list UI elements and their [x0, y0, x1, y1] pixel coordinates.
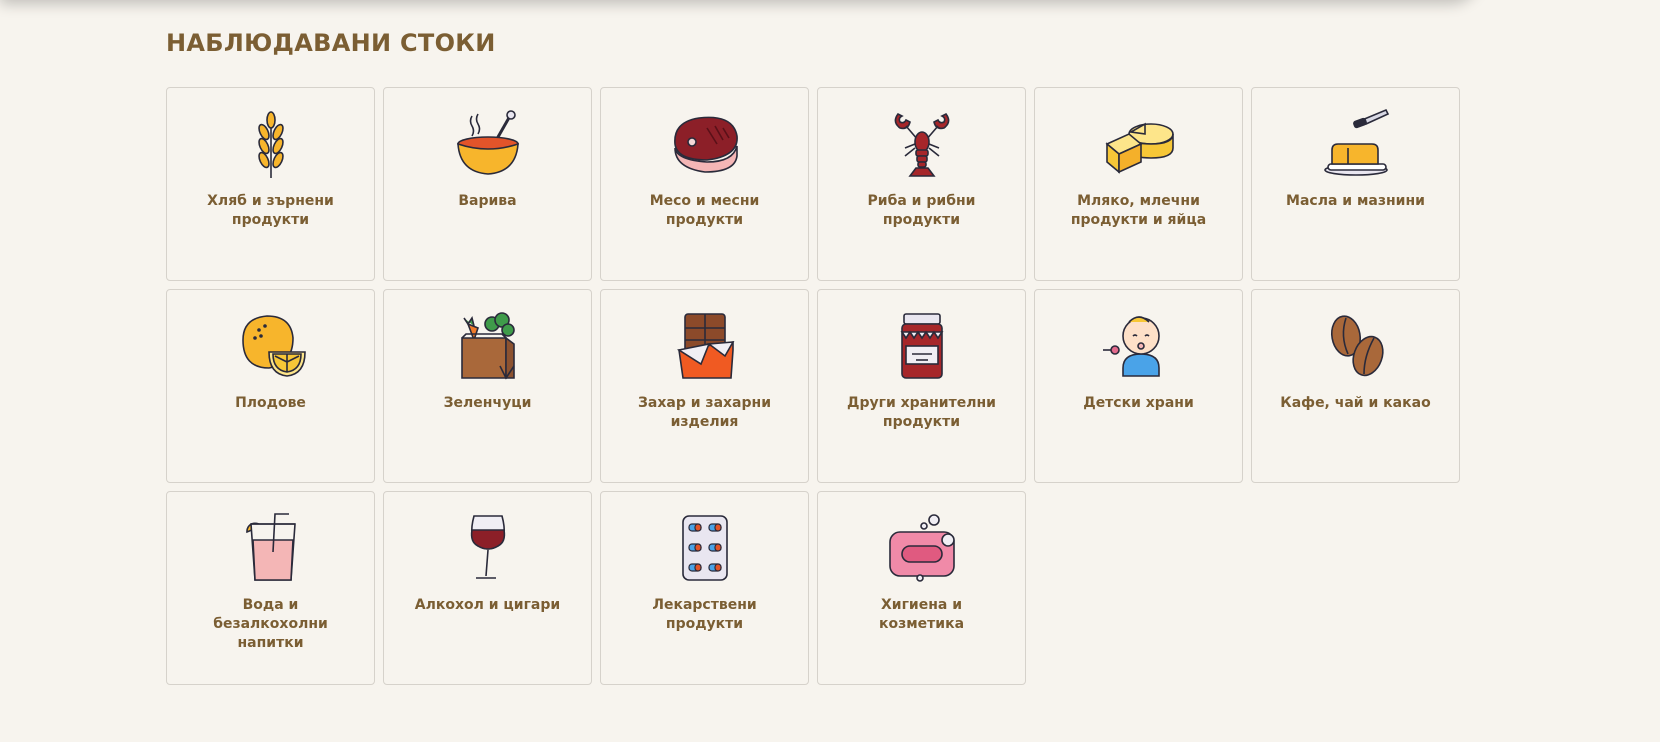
category-tile-oils[interactable]: Масла и мазнини	[1251, 87, 1460, 281]
category-label: Хляб и зърнени продукти	[207, 193, 334, 228]
drink-glass-icon	[245, 513, 296, 581]
category-label: Детски храни	[1083, 395, 1194, 411]
category-tile-medicine[interactable]: Лекарствени продукти	[600, 491, 809, 685]
category-tile-bread[interactable]: Хляб и зърнени продукти	[166, 87, 375, 281]
soap-icon	[888, 514, 955, 582]
category-label: Захар и захарни изделия	[637, 395, 771, 430]
page-title: НАБЛЮДАВАНИ СТОКИ	[166, 29, 496, 57]
wine-glass-icon	[470, 515, 505, 579]
category-tile-alcohol[interactable]: Алкохол и цигари	[383, 491, 592, 685]
category-label: Месо и месни продукти	[649, 193, 760, 228]
category-tile-vegetables[interactable]: Зеленчуци	[383, 289, 592, 483]
steak-icon	[673, 116, 738, 173]
category-tile-coffee[interactable]: Кафе, чай и какао	[1251, 289, 1460, 483]
lemon-icon	[241, 315, 306, 377]
category-label: Мляко, млечни продукти и яйца	[1070, 193, 1207, 228]
category-tile-water[interactable]: Вода и безалкохолни напитки	[166, 491, 375, 685]
category-tile-fish[interactable]: Риба и рибни продукти	[817, 87, 1026, 281]
category-label: Варива	[458, 193, 517, 209]
category-tile-legumes[interactable]: Варива	[383, 87, 592, 281]
category-grid: Хляб и зърнени продукти Варива Месо и ме	[166, 87, 1460, 685]
category-label: Лекарствени продукти	[652, 597, 757, 632]
category-tile-meat[interactable]: Месо и месни продукти	[600, 87, 809, 281]
category-label: Масла и мазнини	[1286, 193, 1425, 209]
category-label: Риба и рибни продукти	[867, 193, 976, 228]
category-tile-dairy[interactable]: Мляко, млечни продукти и яйца	[1034, 87, 1243, 281]
coffee-beans-icon	[1330, 315, 1384, 377]
category-tile-hygiene[interactable]: Хигиена и козметика	[817, 491, 1026, 685]
wheat-icon	[257, 111, 284, 178]
soup-bowl-icon	[456, 110, 519, 175]
category-label: Плодове	[235, 395, 306, 411]
butter-icon	[1323, 108, 1389, 176]
category-label: Кафе, чай и какао	[1280, 395, 1431, 411]
cheese-icon	[1105, 122, 1174, 174]
chocolate-bar-icon	[676, 313, 734, 379]
lobster-icon	[894, 112, 949, 177]
vegetable-bag-icon	[460, 312, 515, 380]
category-tile-sugar[interactable]: Захар и захарни изделия	[600, 289, 809, 483]
category-label: Зеленчуци	[443, 395, 532, 411]
jam-jar-icon	[900, 313, 943, 379]
category-label: Други хранителни продукти	[847, 395, 996, 430]
category-tile-other-foods[interactable]: Други хранителни продукти	[817, 289, 1026, 483]
category-label: Хигиена и козметика	[878, 597, 965, 632]
category-tile-baby-food[interactable]: Детски храни	[1034, 289, 1243, 483]
category-label: Вода и безалкохолни напитки	[213, 597, 328, 651]
pill-blister-icon	[681, 515, 728, 581]
category-label: Алкохол и цигари	[414, 597, 561, 613]
baby-icon	[1102, 316, 1160, 377]
category-tile-fruits[interactable]: Плодове	[166, 289, 375, 483]
